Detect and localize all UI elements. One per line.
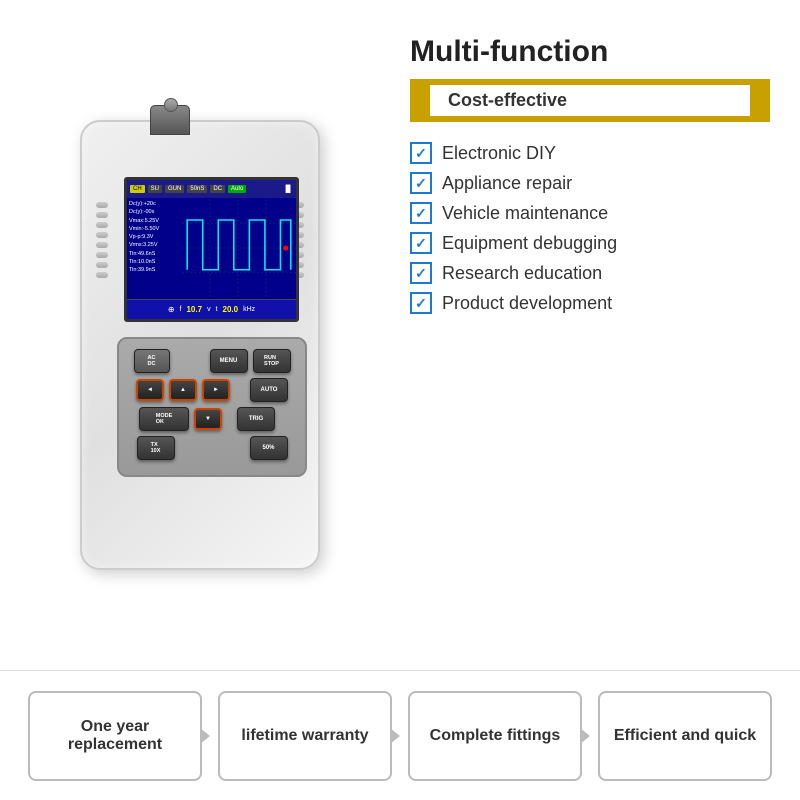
ridge (96, 272, 108, 278)
key-down[interactable]: ▼ (194, 408, 222, 430)
key-auto[interactable]: AUTO (250, 378, 288, 402)
feature-label-4: Equipment debugging (442, 233, 617, 254)
screen-header-left: CH SU GUN 50nS DC Auto (130, 185, 246, 193)
side-ridges-left (96, 202, 108, 402)
screen-tag-ch: CH (130, 185, 145, 193)
screen-info-line: Dc(y):-00s (129, 208, 180, 216)
footer-time-value: 20.0 (223, 305, 239, 314)
keypad: ACDC MENU RUNSTOP ◄ ▲ ► AUTO (117, 337, 307, 477)
features-area: Multi-function Cost-effective Electronic… (390, 20, 790, 660)
feature-item-3: Vehicle maintenance (410, 202, 770, 224)
top-section: CH SU GUN 50nS DC Auto ▐▌ (0, 0, 800, 670)
main-container: CH SU GUN 50nS DC Auto ▐▌ (0, 0, 800, 800)
device-wrapper: CH SU GUN 50nS DC Auto ▐▌ (60, 100, 340, 580)
footer-time-unit: kHz (243, 306, 255, 313)
footer-freq-unit: v (207, 306, 211, 313)
feature-item-2: Appliance repair (410, 172, 770, 194)
key-50pct[interactable]: 50% (250, 436, 288, 460)
key-mode-ok[interactable]: MODEOK (139, 407, 189, 431)
feature-item-4: Equipment debugging (410, 232, 770, 254)
key-run-stop[interactable]: RUNSTOP (253, 349, 291, 373)
screen-info-line: Tin:49.6nS (129, 250, 180, 258)
ridge (96, 232, 108, 238)
screen-info-line: Vp-p:9.3V (129, 233, 180, 241)
check-icon-1 (410, 142, 432, 164)
key-tx[interactable]: TX10X (137, 436, 175, 460)
bnc-connector (150, 105, 190, 135)
device-body: CH SU GUN 50nS DC Auto ▐▌ (80, 120, 320, 570)
footer-icon: ⊕ (168, 305, 175, 314)
feature-label-6: Product development (442, 293, 612, 314)
feature-label-1: Electronic DIY (442, 143, 556, 164)
ridge (96, 262, 108, 268)
feature-label-5: Research education (442, 263, 602, 284)
ridge (96, 202, 108, 208)
screen-tag-dc: DC (210, 185, 225, 193)
waveform-svg (182, 198, 296, 299)
bottom-card-3: Complete fittings (408, 691, 582, 781)
ridge (96, 212, 108, 218)
screen-body: Dc(y):+20c Dc(y):-00s Vmax:5.25V Vmin:-5… (127, 198, 296, 299)
key-acdc[interactable]: ACDC (134, 349, 170, 373)
bottom-card-label-4: Efficient and quick (614, 727, 756, 745)
footer-label-f: f (180, 306, 182, 313)
key-up[interactable]: ▲ (169, 379, 197, 401)
bottom-card-label-1: One year replacement (38, 718, 192, 754)
screen-tag-gun: GUN (165, 185, 184, 193)
features-list: Electronic DIY Appliance repair Vehicle … (410, 142, 770, 314)
screen-battery: ▐▌ (283, 186, 293, 193)
screen-info-line: Vmin:-5.50V (129, 225, 180, 233)
cost-badge-inner: Cost-effective (430, 85, 750, 116)
key-row-4: TX10X 50% (127, 436, 297, 460)
key-right[interactable]: ► (202, 379, 230, 401)
screen-left-info: Dc(y):+20c Dc(y):-00s Vmax:5.25V Vmin:-5… (127, 198, 182, 299)
feature-label-2: Appliance repair (442, 173, 572, 194)
ridge (96, 252, 108, 258)
screen-tag-su: SU (148, 185, 162, 193)
footer-label-t: t (216, 306, 218, 313)
feature-item-5: Research education (410, 262, 770, 284)
device-area: CH SU GUN 50nS DC Auto ▐▌ (10, 20, 390, 660)
screen-waveform (182, 198, 296, 299)
screen-info-line: Dc(y):+20c (129, 200, 180, 208)
screen-tag-time: 50nS (187, 185, 207, 193)
key-row-1: ACDC MENU RUNSTOP (127, 349, 297, 373)
screen-info-line: Tin:39.9nS (129, 266, 180, 274)
feature-label-3: Vehicle maintenance (442, 203, 608, 224)
check-icon-5 (410, 262, 432, 284)
bottom-card-1: One year replacement (28, 691, 202, 781)
cost-badge: Cost-effective (410, 79, 770, 122)
screen-info-line: Vmax:5.25V (129, 217, 180, 225)
device-screen: CH SU GUN 50nS DC Auto ▐▌ (124, 177, 299, 322)
footer-freq-value: 10.7 (186, 305, 202, 314)
key-menu[interactable]: MENU (210, 349, 248, 373)
key-row-2: ◄ ▲ ► AUTO (127, 378, 297, 402)
check-icon-4 (410, 232, 432, 254)
bottom-card-4: Efficient and quick (598, 691, 772, 781)
key-left[interactable]: ◄ (136, 379, 164, 401)
screen-info-line: Vrms:3.25V (129, 241, 180, 249)
screen-header: CH SU GUN 50nS DC Auto ▐▌ (127, 180, 296, 198)
feature-item-1: Electronic DIY (410, 142, 770, 164)
ridge (96, 242, 108, 248)
key-trig[interactable]: TRIG (237, 407, 275, 431)
check-icon-6 (410, 292, 432, 314)
bottom-section: One year replacement lifetime warranty C… (0, 670, 800, 800)
screen-tag-auto: Auto (228, 185, 246, 193)
check-icon-2 (410, 172, 432, 194)
bnc-tip (164, 98, 178, 112)
screen-info-line: Tin:10.0nS (129, 258, 180, 266)
feature-item-6: Product development (410, 292, 770, 314)
product-title: Multi-function (410, 35, 770, 69)
ridge (96, 222, 108, 228)
bottom-card-2: lifetime warranty (218, 691, 392, 781)
bottom-card-label-3: Complete fittings (430, 727, 561, 745)
check-icon-3 (410, 202, 432, 224)
key-row-3: MODEOK ▼ TRIG (127, 407, 297, 431)
screen-footer: ⊕ f 10.7 v t 20.0 kHz (127, 299, 296, 319)
bottom-card-label-2: lifetime warranty (241, 727, 368, 745)
